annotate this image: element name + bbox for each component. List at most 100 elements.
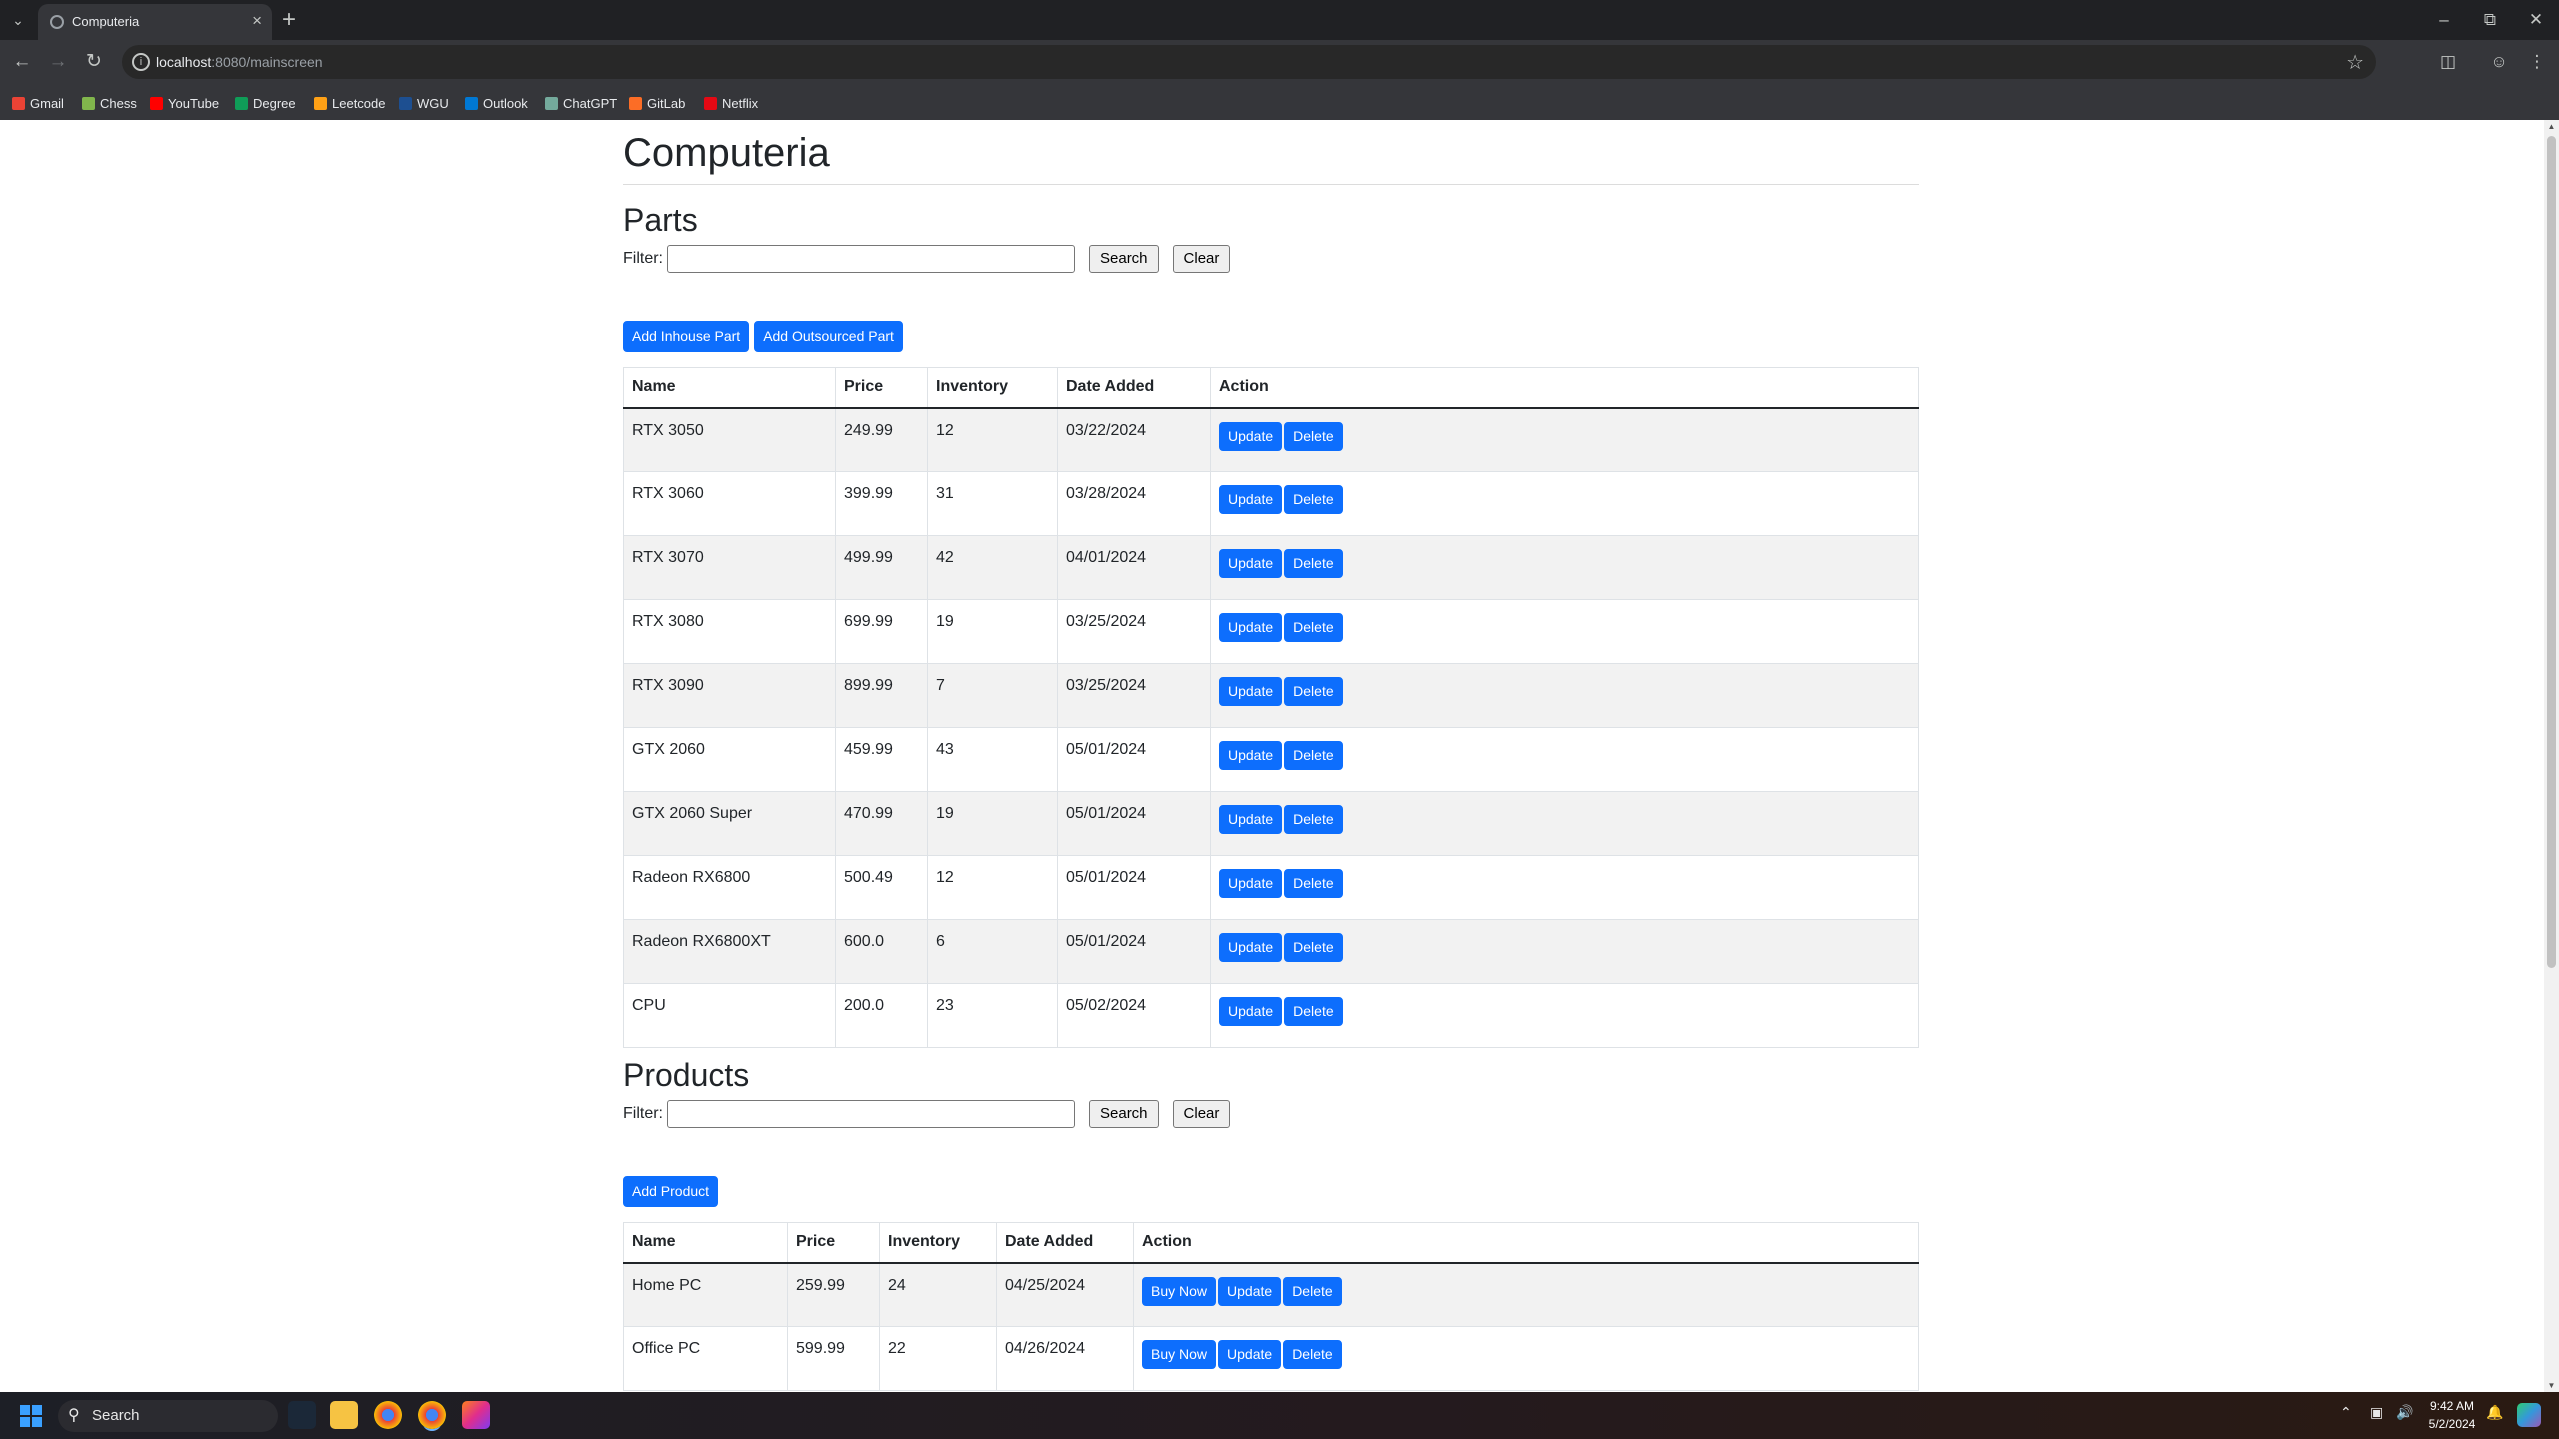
product-price-cell: 599.99 [787, 1326, 880, 1391]
delete-part-button[interactable]: Delete [1284, 741, 1343, 770]
update-part-button[interactable]: Update [1219, 997, 1283, 1026]
part-inventory-cell: 42 [927, 535, 1058, 600]
delete-part-button[interactable]: Delete [1284, 485, 1343, 514]
notification-bell-icon[interactable]: 🔔 [2486, 1404, 2503, 1421]
chrome-icon[interactable] [374, 1401, 402, 1429]
delete-part-button[interactable]: Delete [1284, 421, 1343, 451]
part-price-cell: 499.99 [835, 535, 928, 600]
bookmark-degree[interactable]: Degree [235, 94, 296, 112]
bookmark-star-icon[interactable]: ☆ [2346, 50, 2364, 75]
delete-part-button[interactable]: Delete [1284, 997, 1343, 1026]
chrome-active-icon[interactable] [418, 1401, 446, 1429]
delete-part-button[interactable]: Delete [1284, 613, 1343, 642]
delete-part-button[interactable]: Delete [1284, 869, 1343, 898]
browser-tab[interactable]: Computeria × [38, 4, 272, 40]
bookmark-leetcode[interactable]: Leetcode [314, 94, 386, 112]
taskbar-search[interactable]: ⚲ Search [58, 1400, 278, 1432]
delete-product-button[interactable]: Delete [1283, 1276, 1342, 1306]
volume-icon[interactable]: 🔊 [2396, 1404, 2413, 1421]
update-part-button[interactable]: Update [1219, 805, 1283, 834]
add-inhouse-part-button[interactable]: Add Inhouse Part [623, 321, 750, 352]
reload-icon[interactable]: ↻ [80, 48, 108, 76]
bookmark-wgu[interactable]: WGU [399, 94, 449, 112]
update-part-button[interactable]: Update [1219, 421, 1283, 451]
copilot-icon[interactable] [2517, 1403, 2541, 1427]
column-header-name: Name [623, 367, 836, 409]
close-tab-icon[interactable]: × [252, 11, 262, 31]
buy-now-button[interactable]: Buy Now [1142, 1340, 1217, 1369]
scroll-down-icon[interactable]: ▼ [2547, 1381, 2556, 1390]
steam-icon[interactable] [288, 1401, 316, 1429]
bookmark-youtube[interactable]: YouTube [150, 94, 219, 112]
update-part-button[interactable]: Update [1219, 613, 1283, 642]
delete-part-button[interactable]: Delete [1284, 933, 1343, 962]
bookmark-gmail[interactable]: Gmail [12, 94, 64, 112]
chess-icon [82, 96, 95, 110]
delete-part-button[interactable]: Delete [1284, 549, 1343, 578]
update-product-button[interactable]: Update [1218, 1276, 1282, 1306]
bookmark-outlook[interactable]: Outlook [465, 94, 528, 112]
bookmark-gitlab[interactable]: GitLab [629, 94, 685, 112]
site-info-icon[interactable]: i [132, 53, 150, 71]
delete-part-button[interactable]: Delete [1284, 805, 1343, 834]
table-row: GTX 2060 Super 470.99 19 05/01/2024 Update De… [623, 791, 1919, 856]
extensions-icon[interactable]: ◫ [2435, 50, 2461, 74]
part-inventory-cell: 19 [927, 599, 1058, 664]
part-action-cell: Update Delete [1210, 855, 1919, 920]
parts-clear-button[interactable]: Clear [1172, 245, 1231, 273]
products-clear-button[interactable]: Clear [1172, 1100, 1231, 1128]
update-part-button[interactable]: Update [1219, 485, 1283, 514]
tray-overflow-icon[interactable]: ⌃ [2340, 1404, 2352, 1421]
forward-icon[interactable]: → [44, 48, 72, 76]
scrollbar-thumb[interactable] [2547, 136, 2556, 968]
update-part-button[interactable]: Update [1219, 677, 1283, 706]
update-part-button[interactable]: Update [1219, 549, 1283, 578]
part-name-cell: RTX 3050 [623, 407, 836, 472]
parts-filter-input[interactable] [667, 245, 1075, 273]
update-part-button[interactable]: Update [1219, 741, 1283, 770]
windows-start-icon[interactable] [20, 1405, 42, 1427]
back-icon[interactable]: ← [8, 48, 36, 76]
restore-icon[interactable]: ⧉ [2475, 6, 2505, 34]
file-explorer-icon[interactable] [330, 1401, 358, 1429]
network-icon[interactable]: ▣ [2370, 1404, 2383, 1421]
table-row: Home PC 259.99 24 04/25/2024 Buy Now Update De… [623, 1262, 1919, 1327]
bookmark-netflix[interactable]: Netflix [704, 94, 758, 112]
update-product-button[interactable]: Update [1218, 1340, 1282, 1369]
update-part-button[interactable]: Update [1219, 869, 1283, 898]
parts-search-button[interactable]: Search [1089, 245, 1159, 273]
close-window-icon[interactable]: ✕ [2521, 6, 2551, 34]
buy-now-button[interactable]: Buy Now [1142, 1276, 1217, 1306]
page-scrollbar[interactable]: ▲ ▼ [2544, 120, 2559, 1392]
update-part-button[interactable]: Update [1219, 933, 1283, 962]
product-date-cell: 04/26/2024 [996, 1326, 1134, 1391]
taskbar-clock[interactable]: 9:42 AM 5/2/2024 [2422, 1397, 2482, 1433]
products-filter-label: Filter: [623, 1105, 663, 1122]
intellij-icon[interactable] [462, 1401, 490, 1429]
menu-kebab-icon[interactable]: ⋮ [2524, 50, 2550, 74]
table-row: Office PC 599.99 22 04/26/2024 Buy Now Update… [623, 1326, 1919, 1391]
profile-avatar-icon[interactable]: ☺ [2486, 50, 2512, 74]
column-header-date-added: Date Added [1057, 367, 1211, 409]
products-filter-input[interactable] [667, 1100, 1075, 1128]
column-header-action: Action [1133, 1222, 1919, 1264]
part-inventory-cell: 43 [927, 727, 1058, 792]
clock-date: 5/2/2024 [2428, 1417, 2476, 1431]
tab-search-chevron-icon[interactable]: ⌄ [6, 8, 30, 32]
bookmark-chess[interactable]: Chess [82, 94, 137, 112]
part-action-cell: Update Delete [1210, 919, 1919, 984]
minimize-icon[interactable]: – [2429, 6, 2459, 34]
add-product-button[interactable]: Add Product [623, 1176, 719, 1207]
new-tab-icon[interactable]: + [282, 6, 296, 34]
add-outsourced-part-button[interactable]: Add Outsourced Part [754, 321, 903, 352]
part-date-cell: 05/02/2024 [1057, 983, 1211, 1048]
address-bar[interactable]: i localhost:8080/mainscreen ☆ [122, 45, 2376, 79]
scroll-up-icon[interactable]: ▲ [2547, 122, 2556, 131]
products-search-button[interactable]: Search [1089, 1100, 1159, 1128]
part-name-cell: RTX 3070 [623, 535, 836, 600]
parts-table: Name Price Inventory Date Added Action R… [623, 367, 1919, 1048]
delete-part-button[interactable]: Delete [1284, 677, 1343, 706]
bookmark-chatgpt[interactable]: ChatGPT [545, 94, 617, 112]
column-header-inventory: Inventory [879, 1222, 997, 1264]
delete-product-button[interactable]: Delete [1283, 1340, 1342, 1369]
